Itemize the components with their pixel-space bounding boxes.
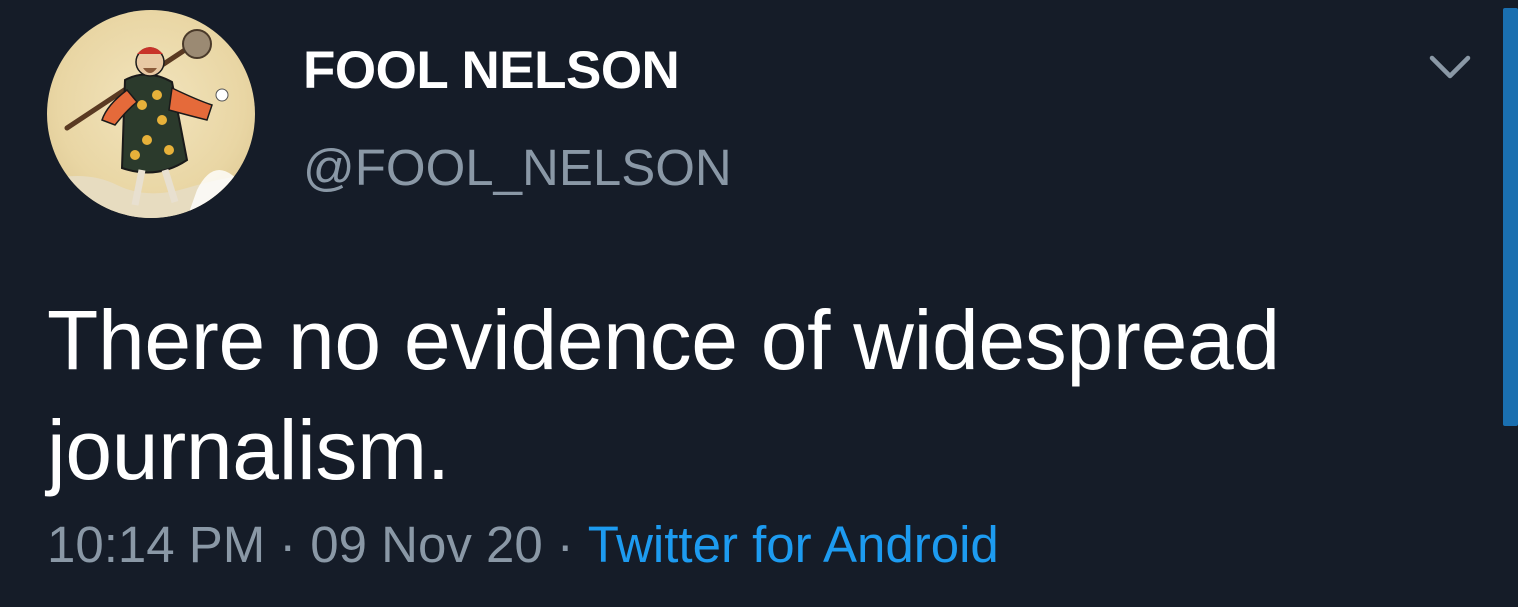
fool-tarot-avatar-icon (47, 29, 255, 218)
author-handle[interactable]: @FOOL_NELSON (303, 138, 732, 197)
tweet-menu-button[interactable] (1424, 46, 1476, 90)
tweet-time[interactable]: 10:14 PM (47, 516, 265, 573)
tweet-date[interactable]: 09 Nov 20 (310, 516, 543, 573)
chevron-down-icon (1429, 55, 1471, 79)
meta-separator: · (279, 516, 297, 573)
avatar[interactable] (47, 10, 255, 218)
tweet-card: FOOL NELSON @FOOL_NELSON There no eviden… (0, 0, 1518, 607)
tweet-meta: 10:14 PM · 09 Nov 20 · Twitter for Android (47, 515, 999, 574)
meta-separator: · (556, 516, 574, 573)
tweet-text-line: There no evidence of widespread (47, 293, 1280, 387)
tweet-text-line: journalism. (47, 403, 450, 497)
tweet-body: There no evidence of widespread journali… (47, 285, 1467, 505)
tweet-source-link[interactable]: Twitter for Android (588, 516, 999, 573)
author-display-name[interactable]: FOOL NELSON (303, 40, 680, 101)
scrollbar[interactable] (1503, 8, 1518, 426)
